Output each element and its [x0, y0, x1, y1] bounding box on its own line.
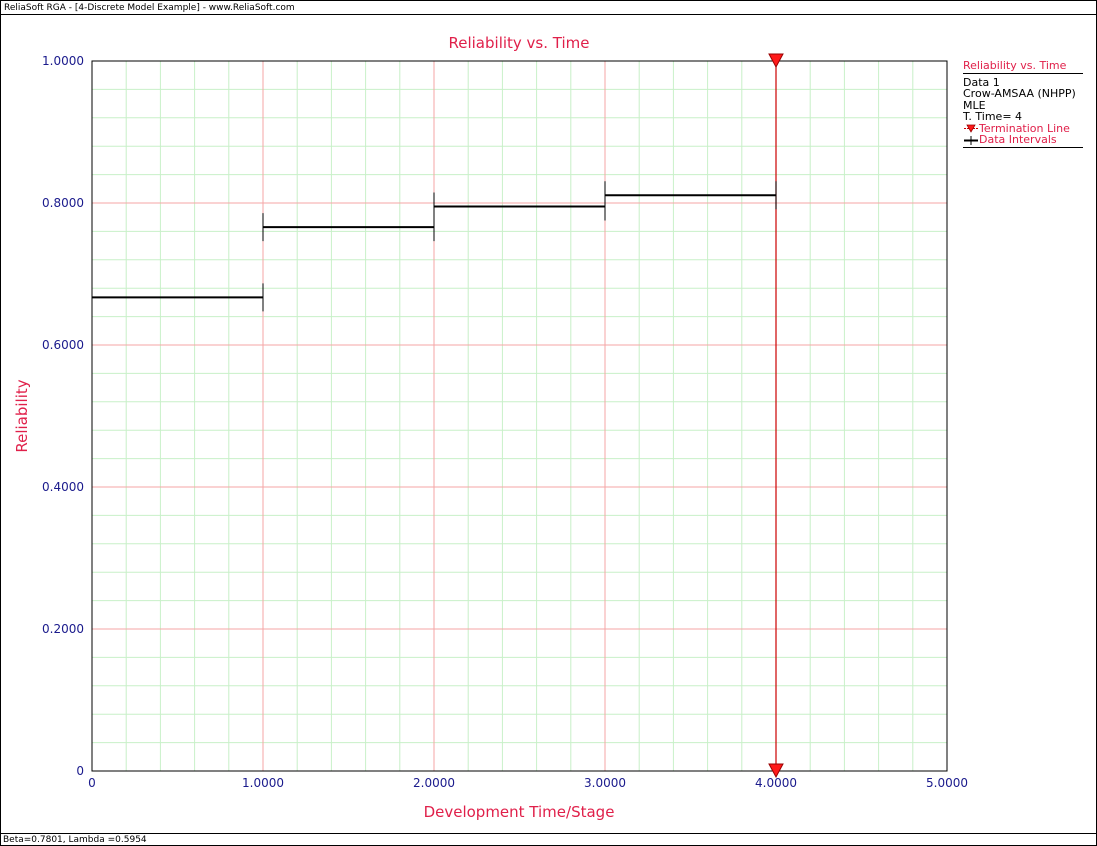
termination-line-group [768, 53, 784, 779]
legend-title: Reliability vs. Time [963, 60, 1083, 74]
y-tick-label: 1.0000 [42, 54, 84, 68]
x-tick-label: 5.0000 [926, 776, 968, 790]
window-frame: ReliaSoft RGA - [4-Discrete Model Exampl… [0, 0, 1097, 846]
x-tick-labels: 0 1.0000 2.0000 3.0000 4.0000 5.0000 [88, 776, 968, 790]
y-tick-label: 0.4000 [42, 480, 84, 494]
y-axis-label: Reliability [13, 379, 31, 452]
legend-intervals-entry: Data Intervals [963, 134, 1083, 148]
x-tick-label: 1.0000 [242, 776, 284, 790]
reliability-chart: 0 1.0000 2.0000 3.0000 4.0000 5.0000 00.20000… [13, 34, 968, 821]
termination-marker-icon [964, 124, 978, 133]
x-tick-label: 2.0000 [413, 776, 455, 790]
x-axis-label: Development Time/Stage [424, 803, 615, 821]
y-tick-label: 0 [76, 764, 84, 778]
y-tick-label: 0.2000 [42, 622, 84, 636]
chart-legend: Reliability vs. Time Data 1 Crow-AMSAA (… [963, 60, 1083, 148]
y-tick-labels: 0 0.2000 0.4000 0.6000 0.8000 1.0000 [42, 54, 84, 778]
legend-model: Crow-AMSAA (NHPP) [963, 87, 1076, 100]
x-tick-label: 3.0000 [584, 776, 626, 790]
minor-gridlines [92, 61, 947, 771]
y-tick-label: 0.8000 [42, 196, 84, 210]
legend-intervals-label: Data Intervals [979, 133, 1057, 146]
y-tick-label: 0.6000 [42, 338, 84, 352]
major-gridlines [92, 61, 947, 771]
interval-marker-icon [964, 135, 978, 145]
x-tick-label: 0 [88, 776, 96, 790]
plot-area-border [91, 60, 948, 772]
chart-title: Reliability vs. Time [449, 34, 590, 52]
x-tick-label: 4.0000 [755, 776, 797, 790]
status-bar: Beta=0.7801, Lambda =0.5954 [1, 833, 1096, 845]
